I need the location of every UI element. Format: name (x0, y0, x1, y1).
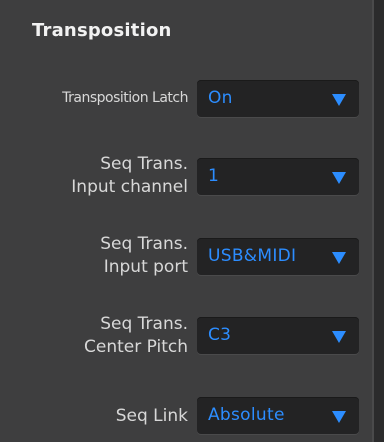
panel-divider (372, 0, 374, 442)
seq-trans-input-port-value: USB&MIDI (208, 246, 297, 266)
seq-link-label: Seq Link (116, 405, 188, 428)
transposition-latch-value: On (208, 88, 233, 108)
transposition-latch-label-text: Transposition Latch (62, 90, 188, 106)
chevron-down-icon (332, 94, 346, 106)
seq-trans-center-pitch-label-line2: Center Pitch (83, 337, 188, 357)
chevron-down-icon (332, 411, 346, 423)
chevron-down-icon (332, 331, 346, 343)
seq-link-label-text: Seq Link (115, 406, 188, 426)
transposition-panel (0, 0, 372, 442)
transposition-latch-label: Transposition Latch (62, 89, 188, 107)
section-title: Transposition (32, 20, 172, 41)
seq-trans-input-channel-dropdown[interactable]: 1 (197, 158, 359, 195)
chevron-down-icon (332, 252, 346, 264)
seq-link-value: Absolute (208, 405, 285, 425)
seq-trans-center-pitch-value: C3 (208, 325, 232, 345)
transposition-latch-dropdown[interactable]: On (197, 80, 359, 117)
seq-trans-input-channel-label-line1: Seq Trans. (100, 154, 188, 174)
seq-trans-input-port-label: Seq Trans. Input port (100, 233, 188, 279)
seq-trans-center-pitch-label-line1: Seq Trans. (100, 314, 188, 334)
seq-trans-input-channel-label: Seq Trans. Input channel (71, 153, 188, 199)
seq-trans-input-port-dropdown[interactable]: USB&MIDI (197, 238, 359, 275)
seq-trans-input-channel-value: 1 (208, 166, 220, 186)
seq-trans-input-port-label-line1: Seq Trans. (100, 234, 188, 254)
seq-link-dropdown[interactable]: Absolute (197, 397, 359, 434)
chevron-down-icon (332, 172, 346, 184)
seq-trans-input-port-label-line2: Input port (103, 257, 188, 277)
seq-trans-input-channel-label-line2: Input channel (71, 177, 188, 197)
seq-trans-center-pitch-label: Seq Trans. Center Pitch (84, 313, 188, 359)
seq-trans-center-pitch-dropdown[interactable]: C3 (197, 317, 359, 354)
